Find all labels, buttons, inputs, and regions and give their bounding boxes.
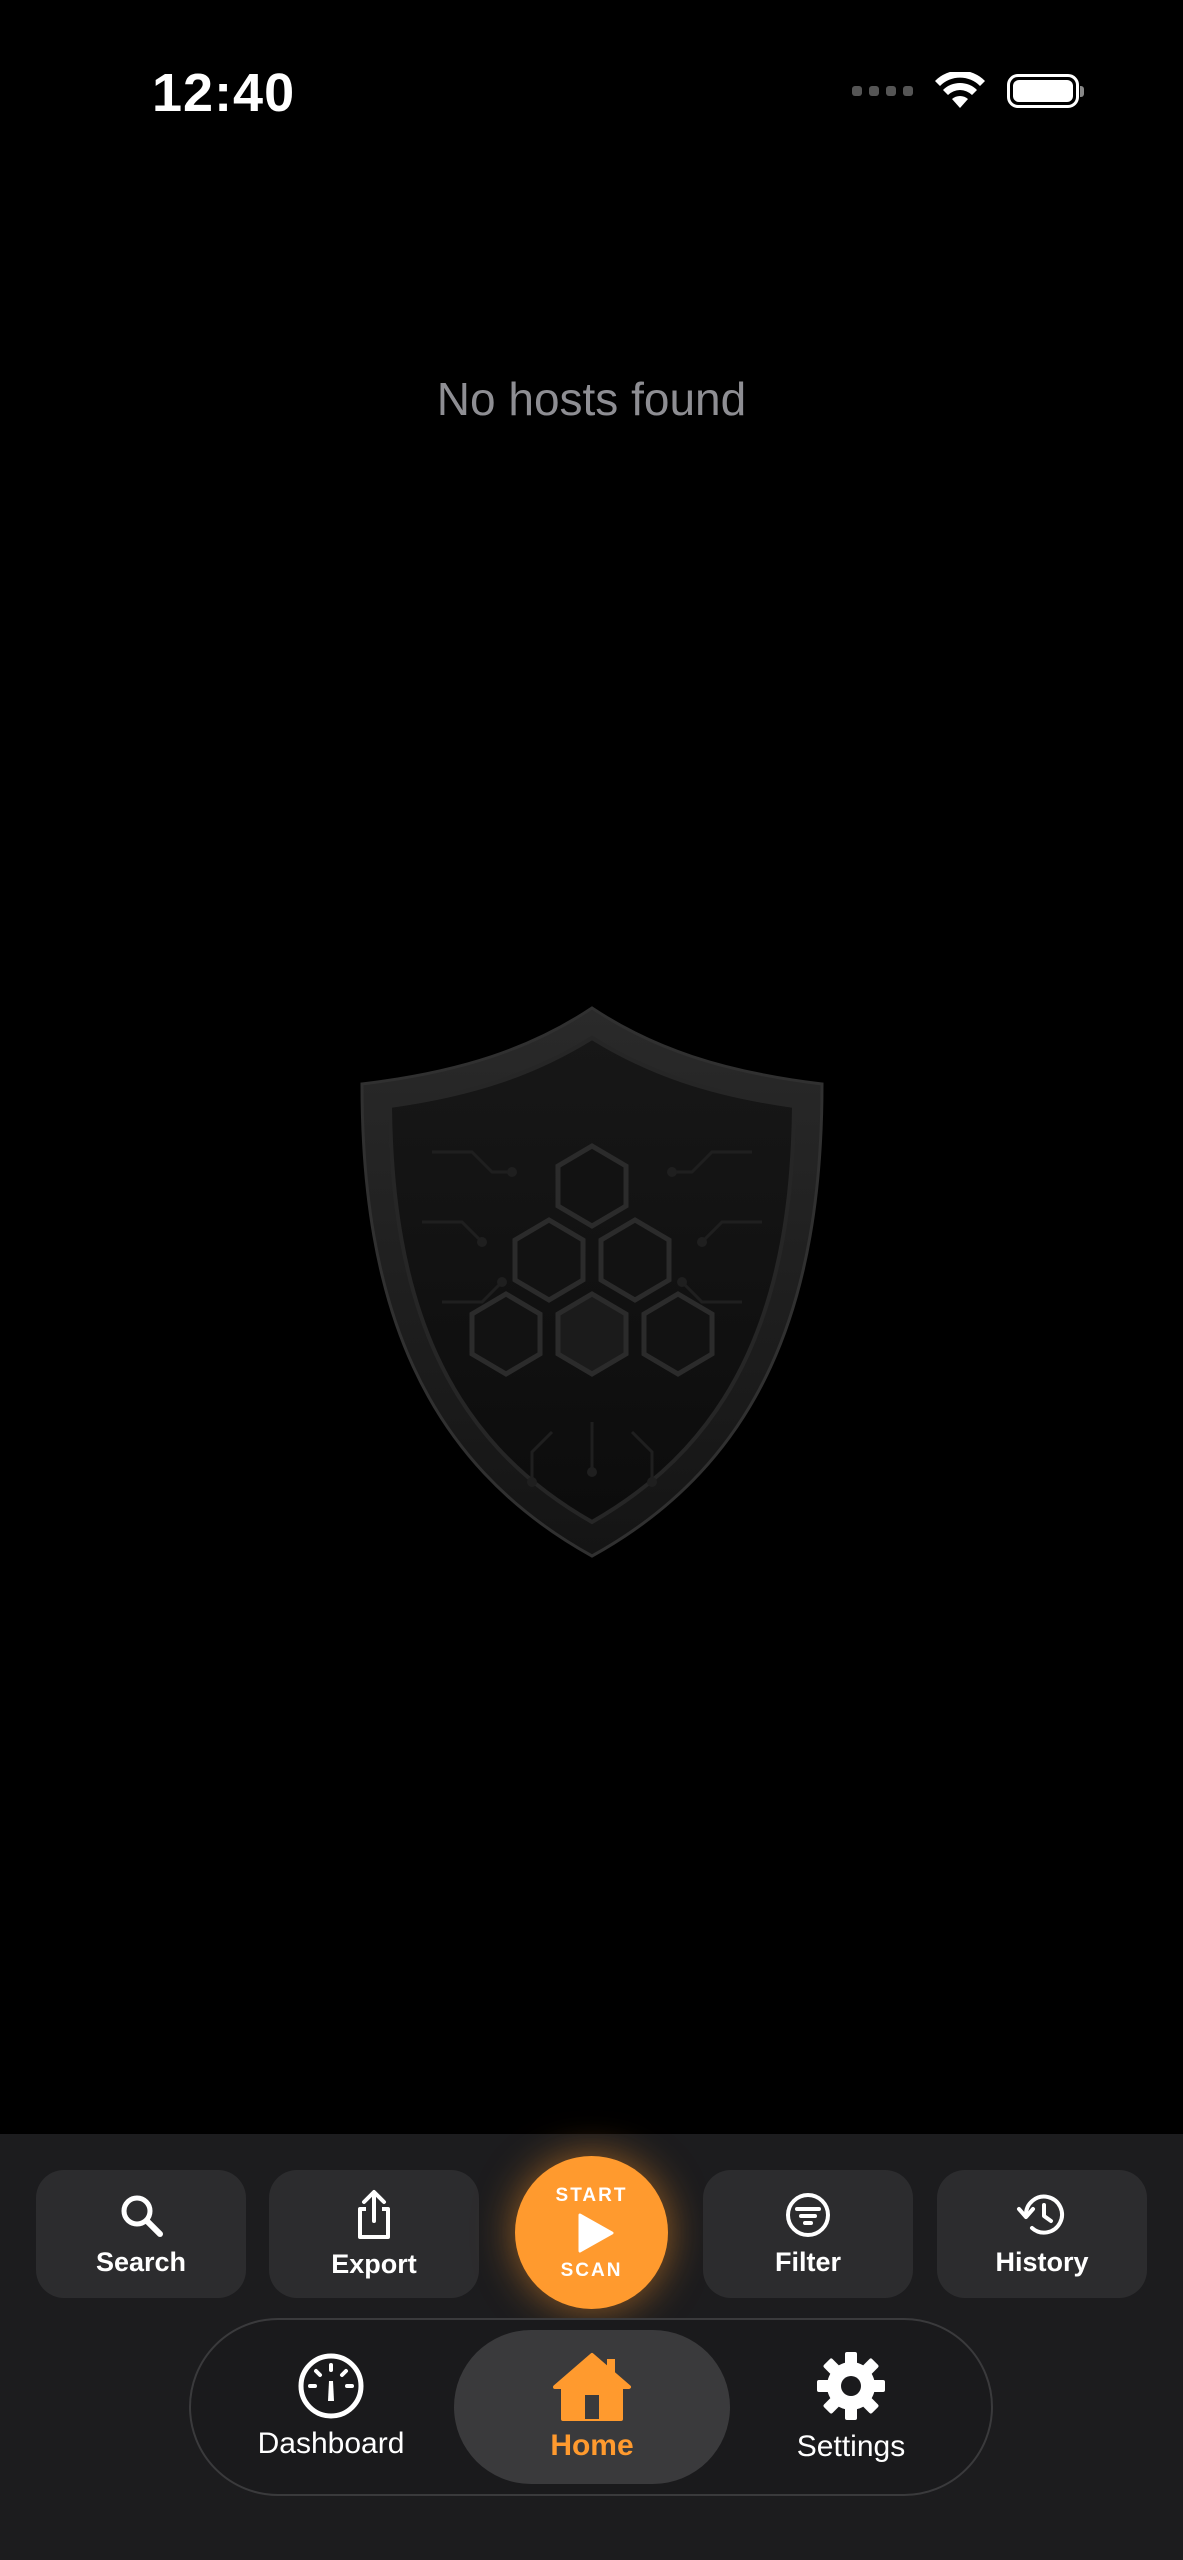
tab-settings[interactable]: Settings: [713, 2330, 989, 2484]
bottom-panel: Search Export START SCAN Filter History …: [0, 2134, 1183, 2560]
tab-home[interactable]: Home: [454, 2330, 730, 2484]
tab-dashboard[interactable]: Dashboard: [193, 2330, 469, 2484]
tab-bar: Dashboard Home Settings: [189, 2318, 993, 2496]
status-bar: 12:40: [0, 0, 1183, 190]
filter-button[interactable]: Filter: [703, 2170, 913, 2298]
battery-icon: [1007, 74, 1084, 108]
status-time: 12:40: [152, 63, 296, 123]
play-icon: [578, 2213, 613, 2252]
scan-bottom-label: SCAN: [560, 2259, 623, 2281]
start-scan-button[interactable]: START SCAN: [515, 2156, 668, 2309]
filter-button-label: Filter: [774, 2246, 841, 2277]
history-button-label: History: [995, 2246, 1089, 2277]
cellular-dots-icon: [852, 86, 913, 96]
status-icons: [852, 72, 1084, 110]
shield-hexagon-icon: [360, 1006, 824, 1558]
scan-top-label: START: [555, 2184, 628, 2206]
export-button-label: Export: [331, 2248, 417, 2279]
search-icon: [117, 2191, 165, 2239]
tab-dashboard-label: Dashboard: [257, 2427, 405, 2460]
search-button[interactable]: Search: [36, 2170, 246, 2298]
tab-home-label: Home: [550, 2429, 634, 2462]
history-icon: [1016, 2191, 1068, 2239]
wifi-icon: [935, 72, 985, 108]
house-icon: [553, 2353, 631, 2421]
gear-icon: [817, 2352, 885, 2420]
action-row: Search Export START SCAN Filter History: [0, 2156, 1183, 2309]
gauge-icon: [298, 2353, 364, 2419]
empty-state-message: No hosts found: [436, 373, 747, 425]
tab-settings-label: Settings: [796, 2430, 906, 2463]
export-button[interactable]: Export: [269, 2170, 479, 2298]
history-button[interactable]: History: [937, 2170, 1147, 2298]
filter-icon: [784, 2191, 832, 2239]
share-icon: [350, 2189, 398, 2241]
search-button-label: Search: [95, 2246, 187, 2277]
